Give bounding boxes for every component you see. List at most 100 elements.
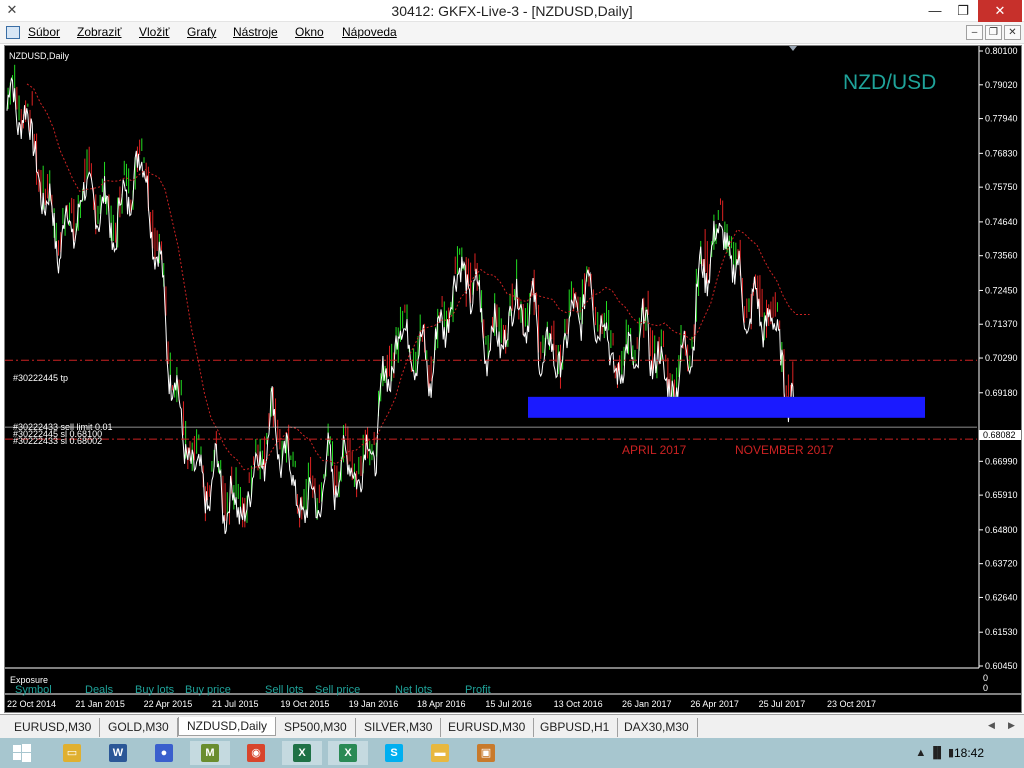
taskbar-app[interactable]: S	[374, 741, 414, 765]
symbol-label[interactable]: NZDUSD,Daily	[9, 51, 70, 61]
price-axis: 0.80100 0.79020 0.77940 0.76830 0.75750 0.746…	[979, 46, 1018, 671]
system-tray[interactable]: ▲ ▐▌ ▮	[915, 746, 954, 759]
current-price-label: 0.68082	[983, 430, 1016, 440]
exposure-value-2: 0	[983, 683, 988, 693]
restore-button[interactable]: ❐	[948, 0, 978, 22]
taskbar-app[interactable]: ▣	[466, 741, 506, 765]
date-tick-label: 21 Jul 2015	[212, 699, 259, 709]
exposure-column-header[interactable]: Symbol	[15, 684, 52, 696]
taskbar-app[interactable]: X	[282, 741, 322, 765]
close-price-line	[6, 76, 796, 535]
price-chart[interactable]: 0.80100 0.79020 0.77940 0.76830 0.75750 0.746…	[5, 46, 1021, 712]
annotation-november-2017: NOVEMBER 2017	[735, 443, 834, 457]
price-tick-label: 0.79020	[985, 80, 1018, 90]
menu-file[interactable]: Súbor	[28, 25, 60, 39]
menu-help[interactable]: Nápoveda	[342, 25, 397, 39]
photos-icon: ▣	[477, 744, 495, 762]
price-tick-label: 0.72450	[985, 285, 1018, 295]
taskbar-app[interactable]: ▬	[420, 741, 460, 765]
exposure-column-header[interactable]: Sell lots	[265, 684, 304, 696]
menu-view[interactable]: Zobraziť	[77, 25, 122, 39]
app-icon: ●	[155, 744, 173, 762]
date-tick-label: 22 Oct 2014	[7, 699, 56, 709]
date-tick-label: 23 Oct 2017	[827, 699, 876, 709]
chart-tab[interactable]: EURUSD,M30	[440, 718, 535, 737]
chrome-icon: ◉	[247, 744, 265, 762]
menu-insert[interactable]: Vložiť	[139, 25, 170, 39]
chart-tab[interactable]: DAX30,M30	[616, 718, 698, 737]
taskbar-app[interactable]: X	[328, 741, 368, 765]
taskbar-app[interactable]: ▭	[52, 741, 92, 765]
price-tick-label: 0.74640	[985, 217, 1018, 227]
close-button[interactable]: ✕	[978, 0, 1022, 22]
chart-minimize-button[interactable]: –	[966, 25, 983, 40]
price-tick-label: 0.63720	[985, 559, 1018, 569]
menu-window[interactable]: Okno	[295, 25, 324, 39]
chart-shift-marker[interactable]	[789, 46, 797, 51]
date-tick-label: 15 Jul 2016	[485, 699, 532, 709]
symbol-watermark: NZD/USD	[843, 71, 936, 94]
exposure-column-header[interactable]: Net lots	[395, 684, 433, 696]
taskbar-app[interactable]: M	[190, 741, 230, 765]
exposure-value-1: 0	[983, 673, 988, 683]
menu-charts[interactable]: Grafy	[187, 25, 216, 39]
taskbar-app[interactable]: ●	[144, 741, 184, 765]
chart-tab[interactable]: SP500,M30	[276, 718, 356, 737]
folder-icon: ▬	[431, 744, 449, 762]
chart-tab[interactable]: NZDUSD,Daily	[178, 717, 277, 736]
date-tick-label: 18 Apr 2016	[417, 699, 466, 709]
chart-window[interactable]: 0.80100 0.79020 0.77940 0.76830 0.75750 0.746…	[4, 45, 1022, 713]
title-bar: ✕ 30412: GKFX-Live-3 - [NZDUSD,Daily] — …	[0, 0, 1024, 22]
tabs-scroll-left-icon[interactable]: ◀	[988, 720, 995, 731]
price-tick-label: 0.64800	[985, 525, 1018, 535]
menu-bar: Súbor Zobraziť Vložiť Grafy Nástroje Okn…	[0, 22, 1024, 44]
date-tick-label: 19 Oct 2015	[280, 699, 329, 709]
date-tick-label: 13 Oct 2016	[554, 699, 603, 709]
menu-tools[interactable]: Nástroje	[233, 25, 278, 39]
chart-tab[interactable]: GBPUSD,H1	[532, 718, 619, 737]
date-axis: 22 Oct 2014 21 Jan 2015 22 Apr 2015 21 Jul …	[7, 699, 876, 709]
price-tick-label: 0.60450	[985, 661, 1018, 671]
tp-order-label: #30222445 tp	[13, 373, 68, 383]
start-button[interactable]	[2, 741, 42, 765]
date-tick-label: 22 Apr 2015	[144, 699, 193, 709]
price-tick-label: 0.66990	[985, 456, 1018, 466]
chart-tabs: EURUSD,M30 GOLD,M30 NZDUSD,Daily SP500,M30 S…	[0, 714, 1024, 738]
clock[interactable]: 18:42	[954, 746, 984, 760]
explorer-icon: ▭	[63, 744, 81, 762]
price-tick-label: 0.70290	[985, 353, 1018, 363]
chart-tab[interactable]: GOLD,M30	[100, 718, 178, 737]
date-tick-label: 26 Apr 2017	[690, 699, 739, 709]
chart-restore-button[interactable]: ❐	[985, 25, 1002, 40]
document-icon[interactable]	[6, 26, 20, 39]
chart-tab[interactable]: EURUSD,M30	[6, 718, 101, 737]
date-tick-label: 26 Jan 2017	[622, 699, 672, 709]
metatrader-icon: M	[201, 744, 219, 762]
excel-icon: X	[293, 744, 311, 762]
price-tick-label: 0.65910	[985, 490, 1018, 500]
taskbar: ▭ W ● M ◉ X X S ▬ ▣ ▲ ▐▌ ▮ 18:42	[0, 738, 1024, 768]
windows-logo-icon	[13, 744, 31, 762]
tabs-scroll-right-icon[interactable]: ▶	[1008, 720, 1015, 731]
price-tick-label: 0.73560	[985, 251, 1018, 261]
excel-alt-icon: X	[339, 744, 357, 762]
chart-tab[interactable]: SILVER,M30	[356, 718, 442, 737]
exposure-column-header[interactable]: Profit	[465, 684, 491, 696]
support-zone	[528, 396, 925, 418]
minimize-button[interactable]: —	[920, 0, 950, 22]
price-tick-label: 0.75750	[985, 182, 1018, 192]
exposure-column-header[interactable]: Deals	[85, 684, 114, 696]
chart-close-button[interactable]: ✕	[1004, 25, 1021, 40]
exposure-column-header[interactable]: Buy lots	[135, 684, 175, 696]
annotation-april-2017: APRIL 2017	[622, 443, 687, 457]
taskbar-app[interactable]: W	[98, 741, 138, 765]
date-tick-label: 25 Jul 2017	[759, 699, 806, 709]
exposure-column-header[interactable]: Sell price	[315, 684, 360, 696]
taskbar-app[interactable]: ◉	[236, 741, 276, 765]
date-tick-label: 19 Jan 2016	[349, 699, 399, 709]
price-tick-label: 0.77940	[985, 114, 1018, 124]
price-tick-label: 0.61530	[985, 627, 1018, 637]
skype-icon: S	[385, 744, 403, 762]
price-tick-label: 0.69180	[985, 388, 1018, 398]
exposure-column-header[interactable]: Buy price	[185, 684, 231, 696]
